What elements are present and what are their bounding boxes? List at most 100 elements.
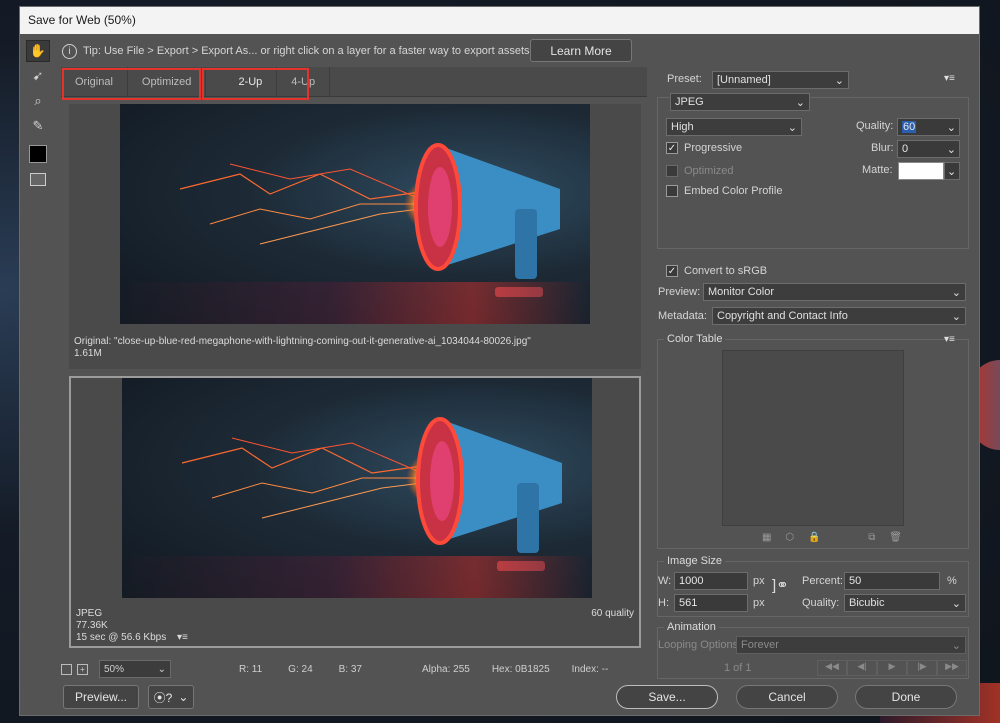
preview-color-select[interactable]: Monitor Color ⌄ [703, 283, 966, 301]
highlight-2up-4up [202, 68, 309, 100]
chevron-down-icon: ⌄ [947, 165, 957, 178]
optimized-image[interactable] [122, 378, 592, 598]
color-table-menu-icon[interactable]: ▾≡ [944, 334, 955, 345]
chevron-down-icon: ⌄ [951, 310, 961, 323]
percent-label: Percent: [802, 575, 843, 587]
height-input[interactable]: 561 [674, 594, 748, 612]
percent-input[interactable]: 50 [844, 572, 940, 590]
chevron-down-icon: ⌄ [951, 597, 961, 610]
height-unit: px [753, 597, 765, 609]
play-icon[interactable]: ▶ [877, 660, 907, 676]
slice-select-tool-icon[interactable]: ➹ [26, 65, 50, 87]
chevron-down-icon: ⌄ [795, 96, 805, 109]
web-shift-icon[interactable]: ⬡ [785, 532, 794, 543]
quality-label: Quality: [856, 120, 894, 132]
color-table-title: Color Table [664, 333, 726, 345]
preset-select[interactable]: [Unnamed] ⌄ [712, 71, 849, 89]
highlight-original-optimized [62, 68, 201, 100]
lock-icon[interactable]: 🔒 [808, 532, 820, 543]
optimized-caption: JPEG 60 quality 77.36K 15 sec @ 56.6 Kbps… [71, 604, 639, 648]
optimized-checkbox[interactable]: Optimized [666, 165, 734, 177]
resample-quality-label: Quality: [802, 597, 840, 609]
preset-label: Preset: [667, 73, 702, 85]
optimized-preview-pane[interactable]: JPEG 60 quality 77.36K 15 sec @ 56.6 Kbps… [69, 376, 641, 648]
optimized-quality: 60 quality [591, 608, 634, 619]
learn-more-button[interactable]: Learn More [530, 39, 632, 62]
metadata-label: Metadata: [658, 310, 707, 322]
color-r: R: 11 [239, 663, 263, 675]
floor-reflection [122, 556, 592, 598]
chevron-down-icon: ⌄ [157, 663, 166, 675]
blur-label: Blur: [871, 142, 894, 154]
width-unit: px [753, 575, 765, 587]
resample-quality-select[interactable]: Bicubic ⌄ [844, 594, 966, 612]
zoom-tool-icon[interactable]: ⌕ [26, 90, 50, 112]
chevron-down-icon: ⌄ [946, 121, 956, 134]
window-title: Save for Web (50%) [20, 7, 979, 34]
color-table-actions: ▦ ⬡ 🔒 ⧉ 🗑 [762, 532, 902, 543]
preset-menu-icon[interactable]: ▾≡ [944, 73, 955, 84]
looping-label: Looping Options: [658, 639, 742, 651]
original-filesize: 1.61M [74, 348, 102, 359]
format-select[interactable]: JPEG ⌄ [670, 93, 810, 111]
convert-check-icon: ✓ [666, 265, 678, 277]
toolbox: ✋ ➹ ⌕ ✎ [26, 40, 54, 193]
color-g: G: 24 [288, 663, 313, 675]
width-input[interactable]: 1000 [674, 572, 748, 590]
chevron-down-icon: ⌄ [951, 286, 961, 299]
matte-dropdown[interactable]: ⌄ [944, 162, 960, 180]
color-hex: Hex: 0B1825 [491, 663, 550, 675]
image-size-title: Image Size [664, 555, 726, 567]
last-frame-icon[interactable]: ▶▶ [937, 660, 967, 676]
next-frame-icon[interactable]: |▶ [907, 660, 937, 676]
eyedropper-color-swatch[interactable] [26, 143, 50, 165]
bottom-bar: Preview... ⦿? ⌄ Save... Cancel Done [20, 681, 979, 715]
hand-tool-icon[interactable]: ✋ [26, 40, 50, 62]
map-color-icon[interactable]: ▦ [762, 532, 771, 543]
looping-select[interactable]: Forever ⌄ [736, 636, 966, 654]
info-icon: i [62, 43, 77, 59]
zoom-out-icon[interactable] [61, 663, 72, 675]
embed-color-profile-checkbox[interactable]: Embed Color Profile [666, 185, 782, 197]
cancel-button[interactable]: Cancel [736, 685, 838, 709]
first-frame-icon[interactable]: ◀◀ [817, 660, 847, 676]
preview-button[interactable]: Preview... [63, 685, 139, 709]
progressive-checkbox[interactable]: ✓ Progressive [666, 142, 742, 154]
chevron-down-icon: ⌄ [951, 639, 961, 652]
metadata-select[interactable]: Copyright and Contact Info ⌄ [712, 307, 966, 325]
floor-reflection [120, 282, 590, 324]
matte-swatch[interactable] [898, 162, 944, 180]
download-time: 15 sec @ 56.6 Kbps [76, 632, 167, 643]
status-bar: + 50% ⌄ R: 11 G: 24 B: 37 Alpha: 255 Hex:… [61, 659, 647, 679]
device-central-button[interactable]: ⦿? ⌄ [148, 685, 194, 709]
compression-select[interactable]: High ⌄ [666, 118, 802, 136]
progressive-check-icon: ✓ [666, 142, 678, 154]
width-label: W: [658, 575, 672, 587]
constrain-proportions-link-icon[interactable]: ]⚭ [772, 576, 789, 594]
new-color-icon[interactable]: ⧉ [868, 532, 875, 543]
save-button[interactable]: Save... [616, 685, 718, 709]
blur-input[interactable]: 0 ⌄ [897, 140, 960, 158]
help-device-icon: ⦿? [153, 690, 173, 705]
preview-label: Preview: [658, 286, 701, 298]
optimized-format: JPEG [76, 608, 103, 619]
original-image[interactable] [120, 104, 590, 324]
previous-frame-icon[interactable]: ◀| [847, 660, 877, 676]
chevron-down-icon: ⌄ [178, 690, 189, 704]
original-caption: Original: "close-up-blue-red-megaphone-w… [69, 332, 641, 364]
toggle-slices-icon[interactable] [26, 168, 50, 190]
done-button[interactable]: Done [855, 685, 957, 709]
zoom-in-icon[interactable]: + [77, 663, 88, 675]
convert-srgb-checkbox[interactable]: ✓ Convert to sRGB [666, 265, 767, 277]
percent-unit: % [947, 575, 957, 587]
eyedropper-tool-icon[interactable]: ✎ [26, 115, 50, 137]
original-preview-pane: Original: "close-up-blue-red-megaphone-w… [69, 104, 641, 369]
tip-text: Tip: Use File > Export > Export As... or… [83, 45, 530, 57]
download-speed-menu-icon[interactable]: ▾≡ [177, 632, 188, 643]
color-table-area[interactable] [722, 350, 904, 526]
optimized-filesize: 77.36K [76, 620, 108, 631]
chevron-down-icon: ⌄ [787, 121, 797, 134]
trash-icon[interactable]: 🗑 [889, 532, 902, 543]
quality-input[interactable]: 60 ⌄ [897, 118, 960, 136]
zoom-level-select[interactable]: 50% ⌄ [99, 660, 171, 678]
